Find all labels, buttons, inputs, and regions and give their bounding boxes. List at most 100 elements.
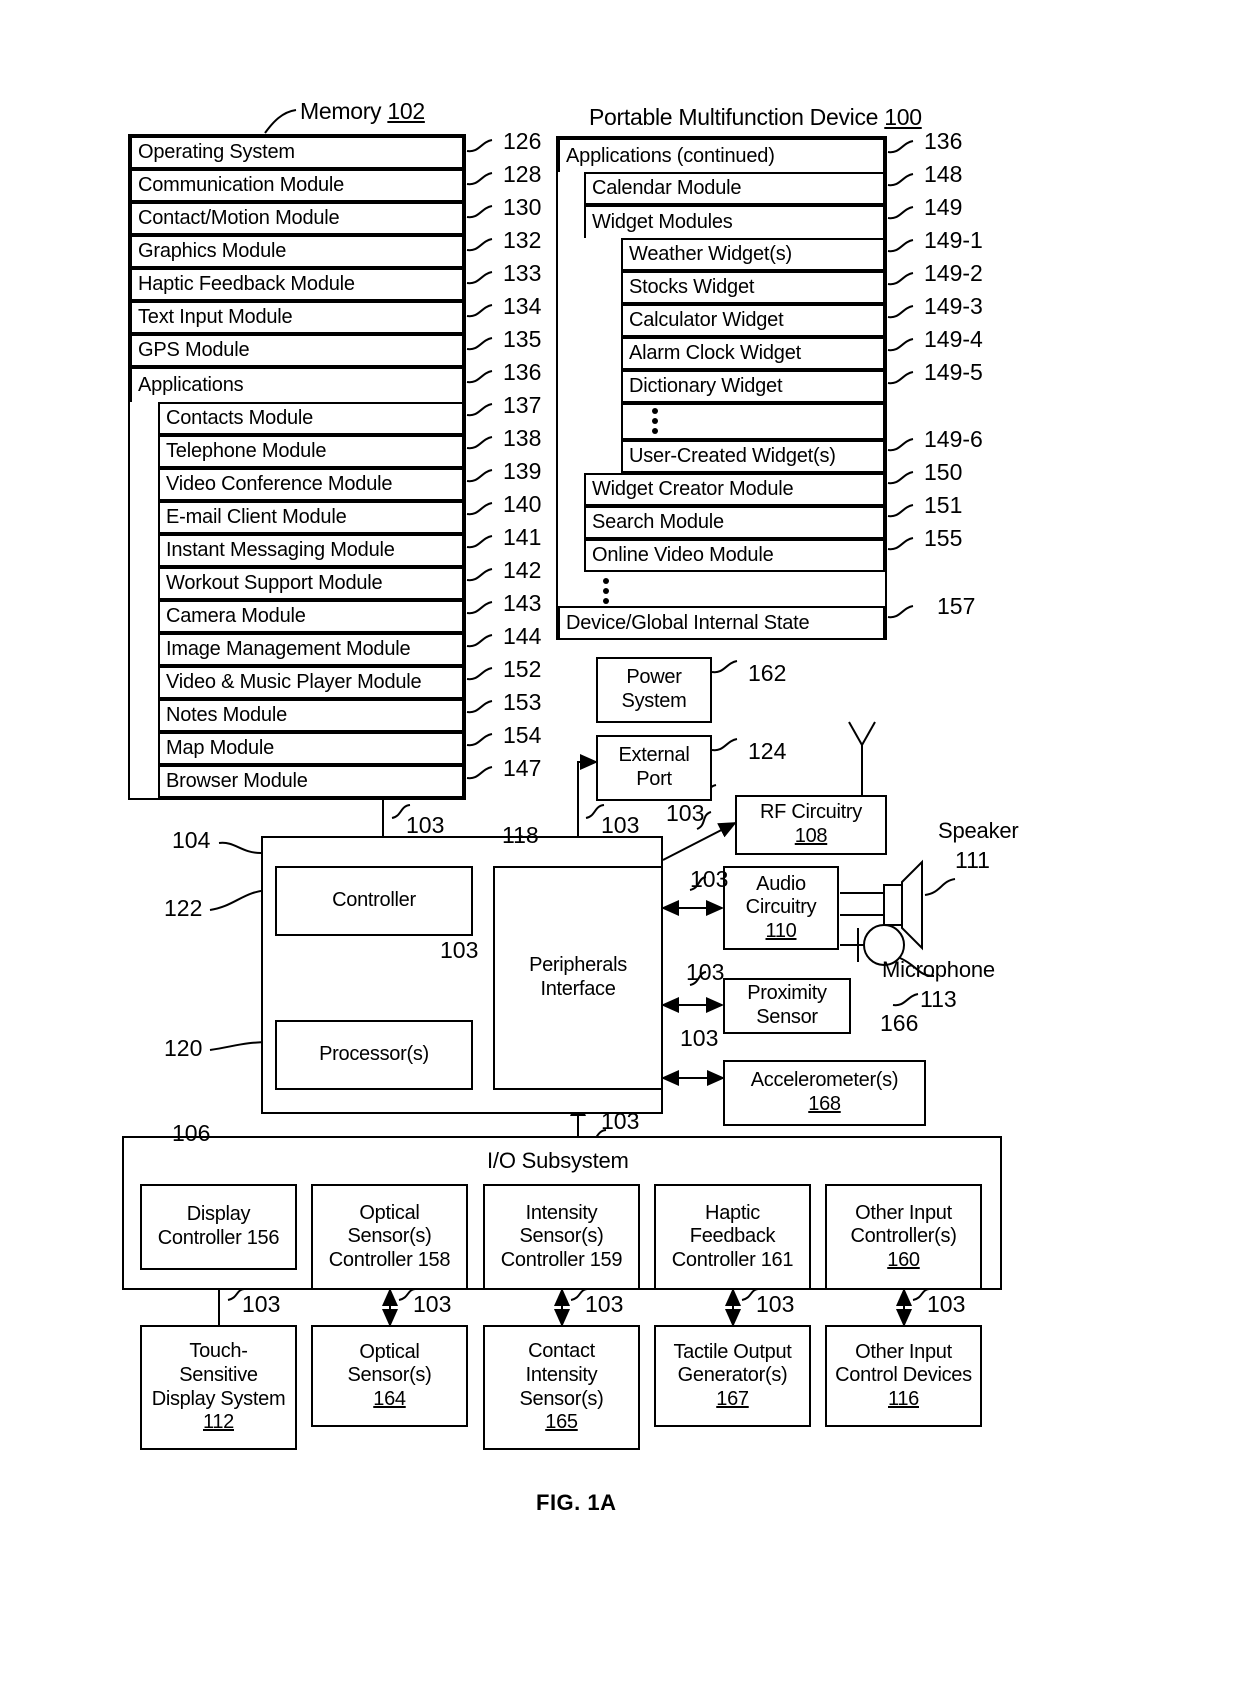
- app-row-stocks-widget: Stocks Widget: [621, 271, 885, 304]
- device-title: Portable Multifunction Device 100: [589, 104, 922, 130]
- haptic-feedback-controller-line3: Controller 161: [671, 1248, 794, 1271]
- other-input-control-devices-block: Other Input Control Devices 116: [825, 1325, 982, 1427]
- ref-149-6: 149-6: [924, 426, 983, 452]
- ref-128: 128: [503, 161, 542, 187]
- app-row-online-video-module: Online Video Module: [584, 539, 885, 572]
- ref-147: 147: [503, 755, 542, 781]
- ref-140: 140: [503, 491, 542, 517]
- accelerometer-ref: 168: [808, 1093, 841, 1115]
- optical-sensor-ref: 164: [373, 1387, 406, 1410]
- ref-103-proximity-bus: 103: [686, 959, 725, 985]
- ref-136-apps: 136: [924, 128, 963, 154]
- memory-row-contacts-module: Contacts Module: [158, 402, 464, 435]
- haptic-feedback-controller-line1: Haptic: [705, 1201, 760, 1224]
- ref-139: 139: [503, 458, 542, 484]
- ref-111: 111: [955, 847, 990, 873]
- memory-row-operating-system: Operating System: [130, 136, 464, 169]
- microphone-label: Microphone: [882, 957, 995, 982]
- optical-sensor-line1: Optical: [359, 1340, 420, 1363]
- ref-103-tactile-link: 103: [756, 1291, 795, 1317]
- ref-149-2: 149-2: [924, 260, 983, 286]
- ref-135: 135: [503, 326, 542, 352]
- ref-103-internal-bus: 103: [440, 937, 479, 963]
- touch-display-line3: Display System: [151, 1387, 286, 1410]
- ref-103-io-bus: 103: [601, 1108, 640, 1134]
- ref-120: 120: [164, 1035, 203, 1061]
- contact-intensity-ref: 165: [545, 1411, 578, 1434]
- ref-103-rf-bus: 103: [666, 800, 705, 826]
- ref-142: 142: [503, 557, 542, 583]
- ref-103-optical-link: 103: [413, 1291, 452, 1317]
- app-row-alarm-clock-widget: Alarm Clock Widget: [621, 337, 885, 370]
- memory-row-graphics-module: Graphics Module: [130, 235, 464, 268]
- tactile-output-line1: Tactile Output: [673, 1340, 792, 1363]
- tactile-output-generator-block: Tactile Output Generator(s) 167: [654, 1325, 811, 1427]
- ref-103-display-link: 103: [242, 1291, 281, 1317]
- optical-sensor-controller-block: Optical Sensor(s) Controller 158: [311, 1184, 468, 1290]
- app-row-calendar-module: Calendar Module: [584, 172, 885, 205]
- memory-title: Memory 102: [300, 98, 425, 124]
- ref-103-extport-bus: 103: [601, 812, 640, 838]
- tactile-output-line2: Generator(s): [677, 1364, 788, 1387]
- power-system-line2: System: [621, 690, 687, 712]
- ref-151: 151: [924, 492, 963, 518]
- controller-label: Controller: [332, 889, 416, 912]
- contact-intensity-line3: Sensor(s): [519, 1387, 604, 1410]
- ref-118: 118: [502, 822, 539, 848]
- touch-display-ref: 112: [203, 1411, 234, 1434]
- ref-104: 104: [172, 827, 211, 853]
- other-input-devices-line1: Other Input: [855, 1340, 952, 1363]
- ref-148: 148: [924, 161, 963, 187]
- ref-143: 143: [503, 590, 542, 616]
- app-row-device-global-internal-state: Device/Global Internal State: [558, 606, 885, 640]
- haptic-feedback-controller-block: Haptic Feedback Controller 161: [654, 1184, 811, 1290]
- ref-134: 134: [503, 293, 542, 319]
- optical-sensor-controller-line3: Controller 158: [328, 1248, 451, 1271]
- proximity-sensor-line1: Proximity: [747, 982, 827, 1005]
- processor-label: Processor(s): [319, 1043, 429, 1066]
- memory-row-haptic-feedback-module: Haptic Feedback Module: [130, 268, 464, 301]
- display-controller-line2: Controller 156: [157, 1227, 280, 1249]
- memory-row-email-client-module: E-mail Client Module: [158, 501, 464, 534]
- ref-155: 155: [924, 525, 963, 551]
- controller-block: Controller: [275, 866, 473, 936]
- memory-row-video-music-player-module: Video & Music Player Module: [158, 666, 464, 699]
- intensity-sensor-controller-line2: Sensor(s): [519, 1225, 604, 1248]
- ref-103-audio-bus: 103: [690, 866, 729, 892]
- external-port-line2: Port: [636, 768, 672, 790]
- external-port-line1: External: [618, 744, 690, 767]
- ref-150: 150: [924, 459, 963, 485]
- rf-circuitry-block: RF Circuitry 108: [735, 795, 887, 855]
- power-system-line1: Power: [626, 666, 682, 689]
- contact-intensity-line2: Intensity: [525, 1363, 598, 1386]
- ref-154: 154: [503, 722, 542, 748]
- audio-circuitry-ref: 110: [765, 919, 797, 942]
- proximity-sensor-line2: Sensor: [756, 1006, 818, 1028]
- accelerometer-block: Accelerometer(s) 168: [723, 1060, 926, 1126]
- ref-149-4: 149-4: [924, 326, 983, 352]
- ref-137: 137: [503, 392, 542, 418]
- memory-row-browser-module: Browser Module: [158, 765, 464, 798]
- ref-103-accel-bus: 103: [680, 1025, 719, 1051]
- memory-row-applications: Applications: [130, 367, 464, 402]
- audio-circuitry-line2: Circuitry: [745, 896, 817, 919]
- vertical-ellipsis-apps: [603, 578, 609, 604]
- accelerometer-label: Accelerometer(s): [750, 1069, 899, 1092]
- touch-display-line2: Sensitive: [179, 1363, 258, 1386]
- ref-103-otherinput-link: 103: [927, 1291, 966, 1317]
- memory-row-gps-module: GPS Module: [130, 334, 464, 367]
- optical-sensor-block: Optical Sensor(s) 164: [311, 1325, 468, 1427]
- ref-106: 106: [172, 1120, 211, 1146]
- peripherals-line2: Interface: [540, 978, 616, 1000]
- memory-row-notes-module: Notes Module: [158, 699, 464, 732]
- memory-row-instant-messaging-module: Instant Messaging Module: [158, 534, 464, 567]
- ref-103-intensity-link: 103: [585, 1291, 624, 1317]
- intensity-sensor-controller-line1: Intensity: [525, 1201, 598, 1224]
- io-subsystem-title: I/O Subsystem: [487, 1148, 629, 1173]
- ref-132: 132: [503, 227, 542, 253]
- app-row-weather-widget: Weather Widget(s): [621, 238, 885, 271]
- app-row-widget-ellipsis: [621, 403, 885, 440]
- ref-149-1: 149-1: [924, 227, 983, 253]
- ref-162: 162: [748, 660, 787, 686]
- memory-row-telephone-module: Telephone Module: [158, 435, 464, 468]
